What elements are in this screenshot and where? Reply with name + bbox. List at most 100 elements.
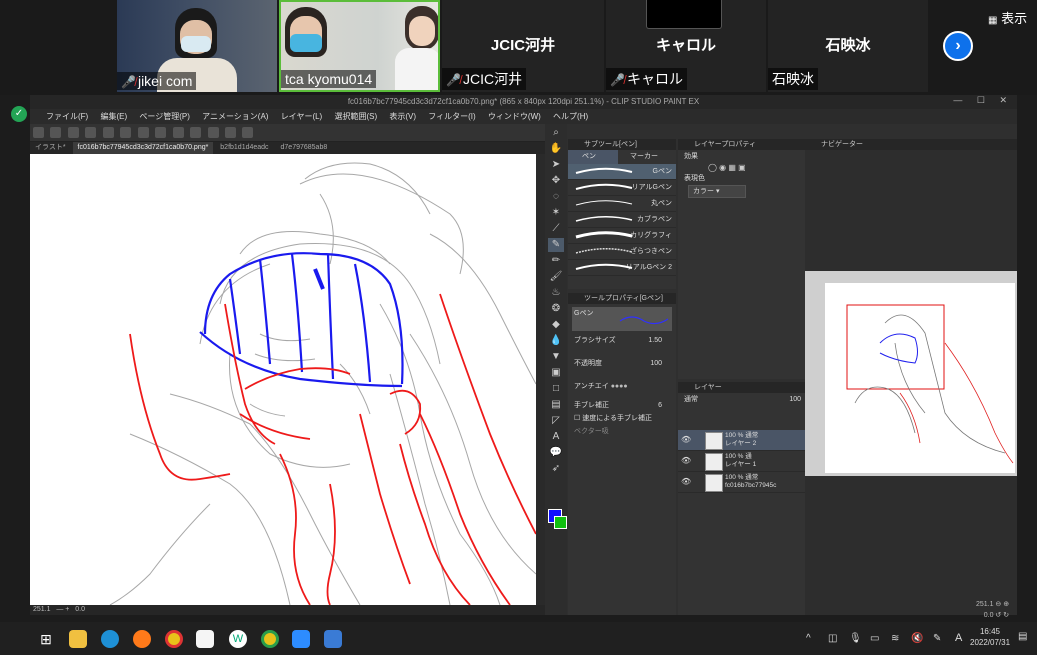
speaker-muted-icon[interactable]: 🔇	[911, 622, 923, 655]
eye-icon[interactable]: 👁	[681, 477, 691, 486]
chevron-right-icon[interactable]: ›	[943, 31, 973, 61]
brush-real-g-pen[interactable]: リアルGペン	[568, 180, 676, 196]
transform-icon[interactable]	[172, 127, 184, 138]
file-explorer-icon[interactable]	[69, 630, 87, 648]
blend-mode-select[interactable]: 通常	[684, 396, 698, 403]
layer-item[interactable]: 👁 100 % 通レイヤー 1	[678, 451, 805, 472]
menu-filter[interactable]: フィルター(I)	[428, 112, 475, 121]
video-tile-jcic[interactable]: JCIC河井 🎤̸ JCIC河井	[442, 0, 604, 92]
angle-readout[interactable]: 0.0	[75, 606, 85, 613]
clip-studio-w-icon[interactable]: W	[229, 630, 247, 648]
opacity-value[interactable]: 100	[650, 357, 662, 370]
canvas-vertical-scrollbar[interactable]	[536, 154, 545, 605]
photos-icon[interactable]	[324, 630, 342, 648]
navigator-angle[interactable]: 0.0	[984, 612, 994, 619]
vector-row[interactable]: ベクター吸	[568, 425, 676, 438]
decoration-tool-icon[interactable]: ❂	[548, 302, 564, 316]
wifi-icon[interactable]: ≋	[891, 622, 899, 655]
tab-file-2[interactable]: b2fb1d1d4eadc	[215, 142, 273, 154]
eyedropper-icon[interactable]: ⟋	[548, 222, 564, 236]
brush-size-row[interactable]: ブラシサイズ 1.50	[568, 334, 676, 347]
redo-icon[interactable]	[120, 127, 132, 138]
deselect-icon[interactable]	[190, 127, 202, 138]
drawing-canvas[interactable]	[30, 154, 536, 605]
eye-icon[interactable]: 👁	[681, 456, 691, 465]
video-tile-carol[interactable]: キャロル 🎤̸ キャロル	[606, 0, 766, 92]
open-icon[interactable]	[67, 127, 79, 138]
menu-layer[interactable]: レイヤー(L)	[281, 112, 323, 121]
layer-item[interactable]: 👁 100 % 通常 レイヤー 2	[678, 430, 805, 451]
layer-blend-row[interactable]: 通常 100	[678, 393, 805, 406]
navigator-angle-controls[interactable]: 0.0 ↺ ↻	[809, 611, 1013, 619]
antialias-row[interactable]: アンチエイ ●●●●	[568, 380, 676, 393]
clock[interactable]: 16:45 2022/07/31	[970, 626, 1010, 648]
text-tool-icon[interactable]: A	[548, 430, 564, 444]
opacity-row[interactable]: 不透明度 100	[568, 357, 676, 370]
menu-select[interactable]: 選択範囲(S)	[334, 112, 377, 121]
tab-active-file[interactable]: fc016b7bc77945cd3c3d72cf1ca0b70.png*	[72, 142, 214, 154]
zoom-tool-icon[interactable]: ⌕	[548, 126, 564, 140]
menu-help[interactable]: ヘルプ(H)	[553, 112, 588, 121]
clear-icon[interactable]	[137, 127, 149, 138]
brush-tool-icon[interactable]: 🖌	[548, 270, 564, 284]
edge-browser-icon[interactable]	[101, 630, 119, 648]
zoom-app-icon[interactable]	[292, 630, 310, 648]
gradient-tool-icon[interactable]: ▣	[548, 366, 564, 380]
blend-tool-icon[interactable]: 💧	[548, 334, 564, 348]
new-icon[interactable]	[50, 127, 62, 138]
notification-icon[interactable]: ▤	[1018, 631, 1030, 645]
menu-page[interactable]: ページ管理(P)	[139, 112, 190, 121]
hand-tool-icon[interactable]: ✋	[548, 142, 564, 156]
tab-illust[interactable]: イラスト*	[30, 142, 71, 154]
chrome-icon[interactable]	[165, 630, 183, 648]
brush-real-g-pen-2[interactable]: リアルGペン 2	[568, 260, 676, 276]
operation-tool-icon[interactable]: ➤	[548, 158, 564, 172]
pen-icon[interactable]: ✎	[933, 622, 941, 655]
pencil-tool-icon[interactable]: ✏	[548, 254, 564, 268]
frame-tool-icon[interactable]: ▤	[548, 398, 564, 412]
menu-icon[interactable]	[33, 127, 44, 138]
navigator-zoom[interactable]: 251.1	[976, 601, 994, 608]
sub-color-swatch[interactable]	[554, 516, 567, 529]
correct-line-tool-icon[interactable]: ➶	[548, 462, 564, 476]
tab-file-3[interactable]: d7e797685ab8	[276, 142, 333, 154]
tab-pen[interactable]: ペン	[568, 150, 618, 164]
brush-size-value[interactable]: 1.50	[648, 334, 662, 347]
brush-calligraphy[interactable]: カリグラフィ	[568, 228, 676, 244]
firefox-icon[interactable]	[133, 630, 151, 648]
view-button[interactable]: ▦ 表示	[988, 8, 1027, 27]
ruler-tool-icon[interactable]: ◸	[548, 414, 564, 428]
menu-file[interactable]: ファイル(F)	[46, 112, 88, 121]
lasso-tool-icon[interactable]: ◌	[548, 190, 564, 204]
move-layer-icon[interactable]: ✥	[548, 174, 564, 188]
speed-stabilization-row[interactable]: ☐ 速度による手ブレ補正	[568, 412, 676, 425]
battery-icon[interactable]: ▭	[870, 622, 879, 655]
tab-marker[interactable]: マーカー	[620, 150, 658, 164]
expression-color-select[interactable]: カラー ▾	[688, 185, 746, 198]
navigator-controls[interactable]: 251.1 ⊖ ⊕	[809, 600, 1013, 608]
menu-animation[interactable]: アニメーション(A)	[202, 112, 268, 121]
pen-tool-icon[interactable]: ✎	[548, 238, 564, 252]
menu-window[interactable]: ウィンドウ(W)	[488, 112, 541, 121]
eye-icon[interactable]: 👁	[681, 435, 691, 444]
layer-opacity-value[interactable]: 100	[789, 393, 801, 406]
save-icon[interactable]	[85, 127, 97, 138]
undo-icon[interactable]	[102, 127, 114, 138]
brush-g-pen[interactable]: Gペン	[568, 164, 676, 180]
airbrush-tool-icon[interactable]: ♨	[548, 286, 564, 300]
figure-tool-icon[interactable]: □	[548, 382, 564, 396]
zoom-readout[interactable]: 251.1	[33, 606, 51, 613]
brush-maru-pen[interactable]: 丸ペン	[568, 196, 676, 212]
stabilization-row[interactable]: 手ブレ補正 6	[568, 399, 676, 412]
brush-zaratsuki[interactable]: ざらつきペン	[568, 244, 676, 260]
menu-edit[interactable]: 編集(E)	[100, 112, 127, 121]
eraser-tool-icon[interactable]: ◆	[548, 318, 564, 332]
balloon-tool-icon[interactable]: 💬	[548, 446, 564, 460]
ruler-icon[interactable]	[224, 127, 236, 138]
tray-chevron-icon[interactable]: ^	[806, 622, 811, 655]
wand-tool-icon[interactable]: ✶	[548, 206, 564, 220]
snap-icon[interactable]	[207, 127, 219, 138]
video-tile-tca[interactable]: tca kyomu014	[279, 0, 440, 92]
camera-icon[interactable]: ◫	[828, 622, 837, 655]
windows-start-icon[interactable]: ⊞	[37, 630, 55, 648]
